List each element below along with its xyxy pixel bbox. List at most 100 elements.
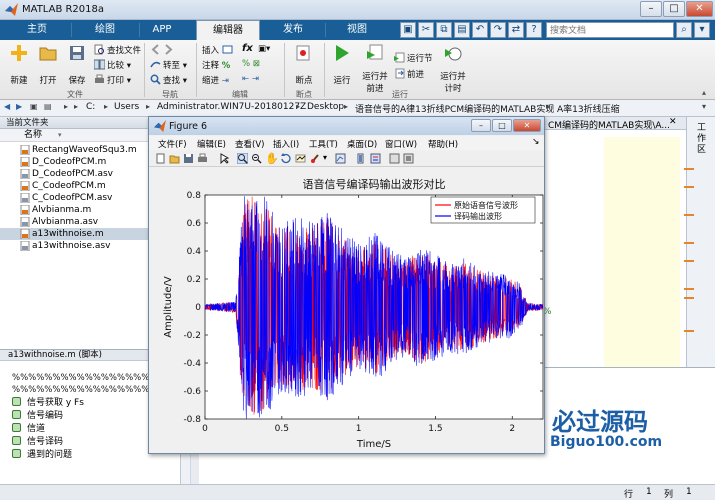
save-button[interactable]: 保存 [63, 43, 91, 86]
figure-maximize-button[interactable]: □ [492, 119, 512, 132]
back-icon[interactable]: ◀ [4, 102, 10, 111]
function-icon[interactable]: fx [242, 43, 253, 54]
code-analyzer-marker[interactable] [684, 297, 694, 299]
code-analyzer-marker[interactable] [684, 168, 694, 170]
insert-more-icon[interactable]: ▣▾ [258, 44, 270, 54]
smart-indent-icon[interactable]: ⇤ ⇥ [242, 74, 259, 84]
address-dropdown-icon[interactable]: ▾ [702, 102, 706, 111]
code-cell-item[interactable]: 遇到的问题 [12, 449, 72, 461]
workspace-label[interactable]: 工作区 [697, 123, 707, 156]
indent-button[interactable]: 缩进 ⇥ [202, 74, 229, 86]
open-file-icon[interactable] [169, 153, 180, 164]
cut-icon[interactable]: ✂ [418, 22, 434, 38]
breadcrumb-desktop[interactable]: Desktop [307, 102, 344, 112]
figure-titlebar[interactable]: Figure 6 – □ ✕ [149, 117, 544, 135]
tab-plots[interactable]: 绘图 [72, 20, 138, 40]
tab-home[interactable]: 主页 [4, 20, 70, 40]
code-cell-item[interactable]: 信道 [12, 423, 45, 435]
menu-file[interactable]: 文件(F) [158, 138, 187, 150]
breadcrumb-project[interactable]: 语音信号的A律13折线PCM编译码的MATLAB实现 [355, 102, 554, 115]
editor-close-icon[interactable]: ✕ [669, 117, 677, 127]
comment-button[interactable]: 注释 % [202, 59, 230, 71]
new-button[interactable]: 新建 [5, 43, 33, 86]
minimize-button[interactable]: – [640, 1, 662, 17]
menu-tools[interactable]: 工具(T) [309, 138, 338, 150]
undo-icon[interactable]: ↶ [472, 22, 488, 38]
save-figure-icon[interactable] [183, 153, 194, 164]
advance-button[interactable]: 前进 [394, 68, 424, 80]
switch-window-icon[interactable]: ⇄ [508, 22, 524, 38]
tab-publish[interactable]: 发布 [262, 20, 324, 40]
code-analyzer-marker[interactable] [684, 186, 694, 188]
code-analyzer-marker[interactable] [684, 288, 694, 290]
legend-icon[interactable] [370, 153, 381, 164]
search-documentation-input[interactable] [546, 22, 674, 38]
new-figure-icon[interactable] [155, 153, 166, 164]
code-cell-item[interactable]: 信号译码 [12, 436, 63, 448]
redo-icon[interactable]: ↷ [490, 22, 506, 38]
tab-apps[interactable]: APP [140, 20, 184, 40]
paste-icon[interactable]: ▤ [454, 22, 470, 38]
help-quick-icon[interactable]: ? [526, 22, 542, 38]
back-forward-buttons[interactable] [150, 44, 176, 56]
folder-browse-icon[interactable]: ▤ [44, 102, 52, 111]
breadcrumb-subfolder[interactable]: A率13折线压缩 [557, 102, 620, 115]
zoom-in-icon[interactable] [237, 153, 248, 164]
save-quick-icon[interactable]: ▣ [400, 22, 416, 38]
collapse-ribbon-icon[interactable]: ▴ [702, 88, 706, 97]
run-button[interactable]: 运行 [328, 43, 356, 86]
copy-icon[interactable]: ⧉ [436, 22, 452, 38]
rotate-3d-icon[interactable] [280, 153, 291, 164]
breadcrumb-users[interactable]: Users [114, 102, 139, 112]
tab-view[interactable]: 视图 [326, 20, 388, 40]
run-and-time-button[interactable]: 运行并 计时 [436, 43, 470, 94]
run-advance-button[interactable]: 运行并 前进 [358, 43, 392, 94]
menu-window[interactable]: 窗口(W) [385, 138, 417, 150]
pan-hand-icon[interactable]: ✋ [265, 152, 279, 165]
code-cell-item[interactable]: 信号编码 [12, 410, 63, 422]
uncomment-icon[interactable]: % ⊠ [242, 59, 260, 69]
data-cursor-icon[interactable] [295, 153, 306, 164]
menu-view[interactable]: 查看(V) [235, 138, 264, 150]
code-analyzer-marker[interactable] [684, 214, 694, 216]
show-plot-tools-icon[interactable] [403, 153, 414, 164]
hide-plot-tools-icon[interactable] [389, 153, 400, 164]
editor-file-tab[interactable]: CM编译码的MATLAB实现\A... [548, 118, 670, 131]
insert-button[interactable]: 插入 [202, 44, 235, 56]
zoom-out-icon[interactable] [251, 153, 262, 164]
pointer-icon[interactable] [219, 153, 230, 164]
code-analyzer-marker[interactable] [684, 330, 694, 332]
breadcrumb-user[interactable]: Administrator.WIN7U-20180127Z [157, 102, 306, 112]
figure-window[interactable]: Figure 6 – □ ✕ 文件(F) 编辑(E) 查看(V) 插入(I) 工… [148, 116, 545, 454]
menu-desktop[interactable]: 桌面(D) [347, 138, 377, 150]
figure-close-button[interactable]: ✕ [513, 119, 541, 132]
brush-dropdown-icon[interactable]: ▾ [323, 153, 327, 162]
tab-editor[interactable]: 编辑器 [196, 20, 260, 40]
forward-icon[interactable]: ▶ [16, 102, 22, 111]
run-section-button[interactable]: 运行节 [394, 52, 433, 64]
code-cell-item[interactable]: 信号获取 y Fs [12, 397, 84, 409]
goto-button[interactable]: 转至 ▾ [150, 59, 187, 71]
brush-icon[interactable] [310, 153, 321, 164]
print-button[interactable]: 打印 ▾ [94, 74, 131, 86]
breakpoints-button[interactable]: 断点 [290, 43, 318, 86]
maximize-button[interactable]: □ [663, 1, 685, 17]
menu-insert[interactable]: 插入(I) [273, 138, 299, 150]
code-analyzer-marker[interactable] [684, 260, 694, 262]
breadcrumb-drive[interactable]: C: [86, 102, 95, 112]
dock-figure-icon[interactable]: ↘ [532, 137, 540, 147]
menu-help[interactable]: 帮助(H) [428, 138, 458, 150]
compare-button[interactable]: 比较 ▾ [94, 59, 131, 71]
search-icon[interactable]: ⌕ [676, 22, 692, 38]
print-figure-icon[interactable] [197, 153, 208, 164]
colorbar-icon[interactable] [355, 153, 366, 164]
menu-edit[interactable]: 编辑(E) [197, 138, 226, 150]
find-files-button[interactable]: 查找文件 [94, 44, 141, 56]
expand-icon[interactable]: ▾ [694, 22, 710, 38]
link-plot-icon[interactable] [335, 153, 346, 164]
open-button[interactable]: 打开 [34, 43, 62, 86]
folder-up-icon[interactable]: ▣ [30, 102, 38, 111]
find-button[interactable]: 查找 ▾ [150, 74, 187, 86]
figure-minimize-button[interactable]: – [471, 119, 491, 132]
close-button[interactable]: ✕ [686, 1, 713, 17]
